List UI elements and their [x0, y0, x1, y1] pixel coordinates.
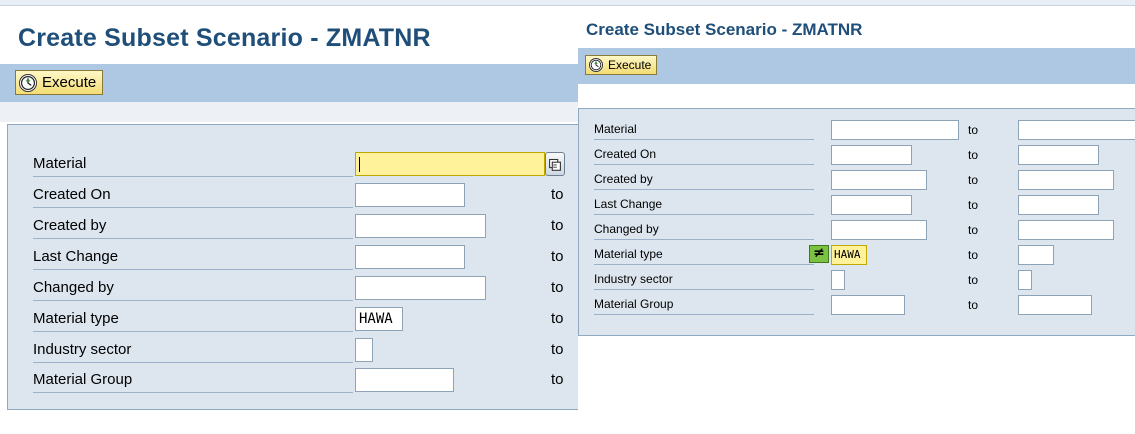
to-label: to [968, 248, 979, 262]
industry-sector-to-input[interactable] [1018, 270, 1032, 290]
left-screen: Create Subset Scenario - ZMATNR Execute … [0, 0, 578, 434]
execute-label: Execute [608, 58, 652, 72]
row-created-on: Created On to [8, 183, 578, 208]
page-title: Create Subset Scenario - ZMATNR [586, 20, 863, 39]
to-label: to [968, 198, 979, 212]
execute-button[interactable]: Execute [15, 70, 104, 95]
row-material-type: Material type ≠ HAWA to [579, 245, 1135, 265]
label-material-group: Material Group [594, 296, 814, 315]
label-changed-by: Changed by [33, 278, 353, 301]
created-on-from-input[interactable] [831, 145, 912, 165]
row-material-group: Material Group to [8, 368, 578, 393]
row-created-by: Created by to [579, 170, 1135, 190]
label-material: Material [594, 121, 814, 140]
to-label: to [551, 279, 564, 296]
not-equal-operator-icon[interactable]: ≠ [809, 245, 829, 263]
row-material: Material to [579, 120, 1135, 140]
row-last-change: Last Change to [8, 245, 578, 270]
page-title: Create Subset Scenario - ZMATNR [18, 24, 431, 52]
label-material-type: Material type [33, 309, 353, 332]
industry-sector-from-input[interactable] [355, 338, 373, 362]
label-created-on: Created On [33, 185, 353, 208]
application-toolbar: Execute [578, 48, 1135, 84]
created-by-to-input[interactable] [1018, 170, 1114, 190]
to-label: to [551, 371, 564, 388]
created-on-from-input[interactable] [355, 183, 465, 207]
material-type-from-input[interactable]: HAWA [831, 245, 867, 265]
label-material-group: Material Group [33, 370, 353, 393]
created-on-to-input[interactable] [1018, 145, 1099, 165]
top-border [0, 0, 578, 6]
label-material: Material [33, 154, 353, 177]
changed-by-from-input[interactable] [831, 220, 927, 240]
label-industry-sector: Industry sector [33, 340, 353, 363]
to-label: to [551, 341, 564, 358]
material-from-input[interactable] [831, 120, 959, 140]
label-changed-by: Changed by [594, 221, 814, 240]
material-from-input[interactable] [355, 152, 545, 176]
changed-by-from-input[interactable] [355, 276, 486, 300]
label-material-type: Material type [594, 246, 814, 265]
material-type-from-input[interactable]: HAWA [355, 307, 403, 331]
row-industry-sector: Industry sector to [579, 270, 1135, 290]
to-label: to [968, 148, 979, 162]
material-to-input[interactable] [1018, 120, 1135, 140]
material-group-to-input[interactable] [1018, 295, 1092, 315]
execute-button[interactable]: Execute [585, 55, 658, 75]
row-changed-by: Changed by to [8, 276, 578, 301]
text-cursor [359, 156, 360, 172]
separator-strip [0, 102, 578, 122]
selection-screen: Material to Created On to Created by to … [578, 108, 1135, 336]
to-label: to [551, 217, 564, 234]
changed-by-to-input[interactable] [1018, 220, 1114, 240]
multiple-selection-icon [549, 158, 561, 171]
execute-clock-icon [19, 73, 37, 92]
last-change-from-input[interactable] [831, 195, 912, 215]
row-material: Material [8, 152, 578, 177]
to-label: to [968, 223, 979, 237]
to-label: to [968, 298, 979, 312]
created-by-from-input[interactable] [831, 170, 927, 190]
row-material-group: Material Group to [579, 295, 1135, 315]
to-label: to [968, 123, 979, 137]
to-label: to [551, 310, 564, 327]
material-type-to-input[interactable] [1018, 245, 1054, 265]
top-border [578, 0, 1135, 6]
row-industry-sector: Industry sector to [8, 338, 578, 363]
to-label: to [968, 273, 979, 287]
last-change-from-input[interactable] [355, 245, 465, 269]
row-last-change: Last Change to [579, 195, 1135, 215]
label-created-on: Created On [594, 146, 814, 165]
to-label: to [551, 248, 564, 265]
multiple-selection-button[interactable] [545, 152, 565, 176]
label-last-change: Last Change [594, 196, 814, 215]
row-changed-by: Changed by to [579, 220, 1135, 240]
label-created-by: Created by [33, 216, 353, 239]
last-change-to-input[interactable] [1018, 195, 1099, 215]
row-created-on: Created On to [579, 145, 1135, 165]
execute-clock-icon [589, 58, 603, 72]
label-industry-sector: Industry sector [594, 271, 814, 290]
row-created-by: Created by to [8, 214, 578, 239]
execute-label: Execute [42, 74, 97, 91]
application-toolbar: Execute [0, 64, 578, 102]
industry-sector-from-input[interactable] [831, 270, 845, 290]
right-screen: Create Subset Scenario - ZMATNR Execute … [578, 0, 1135, 434]
label-last-change: Last Change [33, 247, 353, 270]
label-created-by: Created by [594, 171, 814, 190]
created-by-from-input[interactable] [355, 214, 486, 238]
material-group-from-input[interactable] [355, 368, 454, 392]
material-group-from-input[interactable] [831, 295, 905, 315]
to-label: to [551, 186, 564, 203]
row-material-type: Material type HAWA to [8, 307, 578, 332]
to-label: to [968, 173, 979, 187]
selection-screen: Material Created On to Created by to Las… [7, 124, 578, 410]
